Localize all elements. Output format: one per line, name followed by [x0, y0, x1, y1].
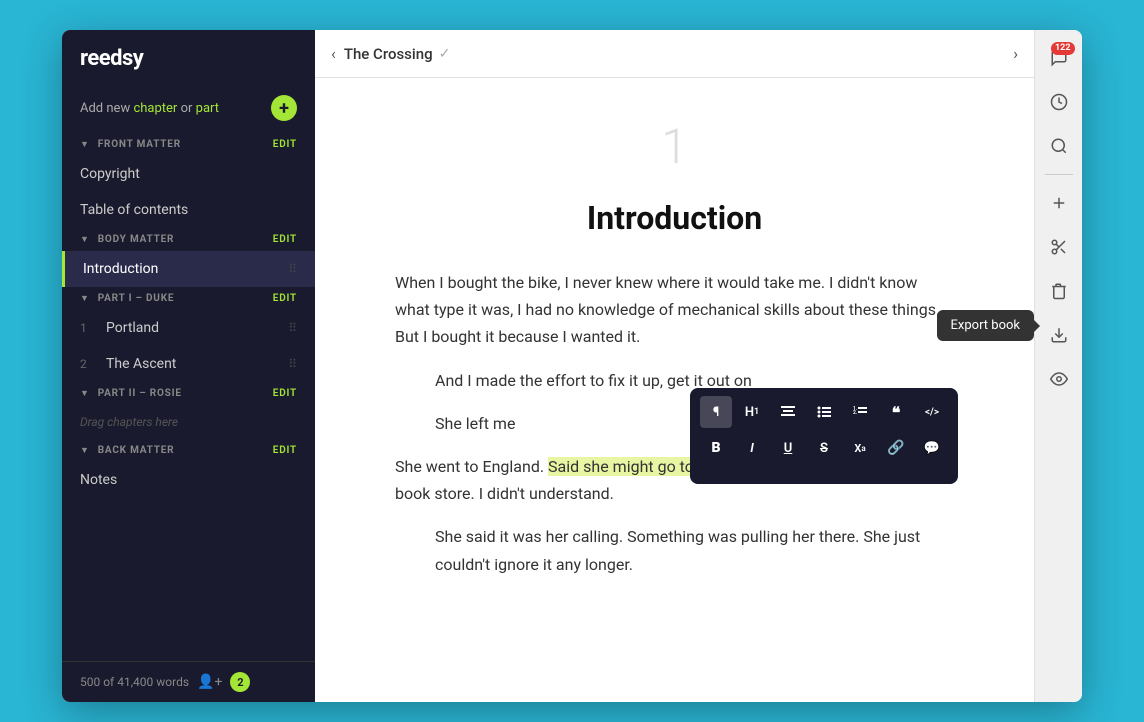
back-matter-edit[interactable]: EDIT — [273, 445, 297, 456]
editor-paragraph-5[interactable]: She said it was her calling. Something w… — [395, 523, 954, 577]
add-part-link[interactable]: part — [196, 101, 219, 116]
nav-next-button[interactable]: › — [1013, 44, 1018, 63]
nav-prev-button[interactable]: ‹ — [331, 44, 336, 63]
front-matter-chevron[interactable]: ▼ — [80, 139, 90, 150]
part2-label: PART II – Rosie — [98, 388, 182, 399]
add-new-button[interactable]: + — [271, 95, 297, 121]
sidebar-item-toc[interactable]: Table of contents — [62, 192, 315, 228]
history-icon[interactable] — [1041, 84, 1077, 120]
sidebar-item-copyright[interactable]: Copyright — [62, 156, 315, 192]
main-content: ‹ The Crossing ✓ › 1 Introduction When I… — [315, 30, 1034, 702]
back-matter-chevron[interactable]: ▼ — [80, 445, 90, 456]
body-matter-label: BODY MATTER — [98, 234, 175, 245]
chapter-title: The Crossing ✓ — [344, 45, 451, 63]
export-tooltip: Export book — [937, 310, 1034, 341]
collaborator-icon[interactable]: 👤+ — [197, 674, 222, 690]
comments-icon[interactable]: 122 — [1041, 40, 1077, 76]
sidebar-item-ascent[interactable]: 2 The Ascent ⠿ — [62, 346, 315, 382]
add-new-or: or — [181, 101, 193, 116]
svg-text:2.: 2. — [853, 410, 858, 416]
paragraph-1-text: When I bought the bike, I never knew whe… — [395, 273, 940, 346]
check-icon: ✓ — [439, 46, 451, 62]
body-matter-edit[interactable]: EDIT — [273, 234, 297, 245]
ascent-label: The Ascent — [106, 356, 176, 372]
portland-num: 1 — [80, 321, 100, 335]
portland-drag-handle[interactable]: ⠿ — [288, 321, 297, 335]
notes-label: Notes — [80, 472, 117, 488]
toolbar-link-btn[interactable]: 🔗 — [880, 432, 912, 464]
toolbar-superscript-btn[interactable]: Xa — [844, 432, 876, 464]
trash-icon[interactable] — [1041, 273, 1077, 309]
editor-area[interactable]: 1 Introduction When I bought the bike, I… — [315, 78, 1034, 702]
right-sidebar: 122 Export book — [1034, 30, 1082, 702]
collaborator-badge: 2 — [230, 672, 250, 692]
add-new-section: Add new chapter or part + — [62, 87, 315, 133]
toolbar-strikethrough-btn[interactable]: S — [808, 432, 840, 464]
chapter-number: 1 — [395, 118, 954, 175]
part1-label: PART I – Duke — [98, 293, 175, 304]
paragraph-5-text: She said it was her calling. Something w… — [435, 523, 954, 577]
download-icon[interactable] — [1041, 317, 1077, 353]
toolbar-row-1: ¶ H1 1.2. ❝ </> — [700, 396, 948, 428]
toolbar-code-btn[interactable]: </> — [916, 396, 948, 428]
comment-count-badge: 122 — [1051, 42, 1075, 55]
toolbar-row-2: B I U S Xa 🔗 💬 — [700, 432, 948, 464]
toolbar-numbered-btn[interactable]: 1.2. — [844, 396, 876, 428]
toolbar-more-btn[interactable]: 💬 — [916, 432, 948, 464]
word-count: 500 of 41,400 words — [80, 675, 189, 689]
add-new-label: Add new — [80, 101, 130, 116]
sidebar: reedsy Add new chapter or part + ▼ FRONT… — [62, 30, 315, 702]
toc-label: Table of contents — [80, 202, 188, 218]
chapter-heading: Introduction — [395, 199, 954, 237]
chapter-title-text: The Crossing — [344, 45, 433, 63]
divider-1 — [1045, 174, 1073, 175]
add-icon[interactable] — [1041, 185, 1077, 221]
ascent-num: 2 — [80, 357, 100, 371]
editor-paragraph-1[interactable]: When I bought the bike, I never knew whe… — [395, 269, 954, 351]
sidebar-item-portland[interactable]: 1 Portland ⠿ — [62, 310, 315, 346]
introduction-label: Introduction — [83, 261, 158, 277]
sidebar-footer: 500 of 41,400 words 👤+ 2 — [62, 661, 315, 702]
back-matter-header: ▼ BACK MATTER EDIT — [62, 439, 315, 462]
copyright-label: Copyright — [80, 166, 140, 182]
toolbar-bold-btn[interactable]: B — [700, 432, 732, 464]
top-bar: ‹ The Crossing ✓ › — [315, 30, 1034, 78]
preview-icon[interactable] — [1041, 361, 1077, 397]
toolbar-underline-btn[interactable]: U — [772, 432, 804, 464]
toolbar-arrow — [816, 468, 832, 476]
front-matter-label: FRONT MATTER — [98, 139, 181, 150]
body-matter-chevron[interactable]: ▼ — [80, 234, 90, 245]
toolbar-paragraph-btn[interactable]: ¶ — [700, 396, 732, 428]
portland-label: Portland — [106, 320, 159, 336]
toolbar-bullets-btn[interactable] — [808, 396, 840, 428]
toolbar-align-btn[interactable] — [772, 396, 804, 428]
sidebar-item-notes[interactable]: Notes — [62, 462, 315, 498]
sidebar-item-introduction[interactable]: Introduction ⠿ — [62, 251, 315, 287]
part1-edit[interactable]: EDIT — [273, 293, 297, 304]
toolbar-italic-btn[interactable]: I — [736, 432, 768, 464]
body-matter-header: ▼ BODY MATTER EDIT — [62, 228, 315, 251]
part1-chevron[interactable]: ▼ — [80, 293, 90, 304]
search-icon[interactable] — [1041, 128, 1077, 164]
scissors-icon[interactable] — [1041, 229, 1077, 265]
part2-edit[interactable]: EDIT — [273, 388, 297, 399]
introduction-drag-handle[interactable]: ⠿ — [288, 262, 297, 276]
front-matter-header: ▼ FRONT MATTER EDIT — [62, 133, 315, 156]
paragraph-3-text: She left me — [435, 410, 515, 437]
toolbar-quote-btn[interactable]: ❝ — [880, 396, 912, 428]
drag-placeholder: Drag chapters here — [62, 405, 315, 439]
ascent-drag-handle[interactable]: ⠿ — [288, 357, 297, 371]
app-logo: reedsy — [62, 30, 315, 87]
add-chapter-link[interactable]: chapter — [133, 101, 177, 116]
format-toolbar: ¶ H1 1.2. ❝ </> B I — [690, 388, 958, 484]
part1-header: ▼ PART I – Duke EDIT — [62, 287, 315, 310]
part2-chevron[interactable]: ▼ — [80, 388, 90, 399]
front-matter-edit[interactable]: EDIT — [273, 139, 297, 150]
part2-header: ▼ PART II – Rosie EDIT — [62, 382, 315, 405]
toolbar-h1-btn[interactable]: H1 — [736, 396, 768, 428]
back-matter-label: BACK MATTER — [98, 445, 175, 456]
